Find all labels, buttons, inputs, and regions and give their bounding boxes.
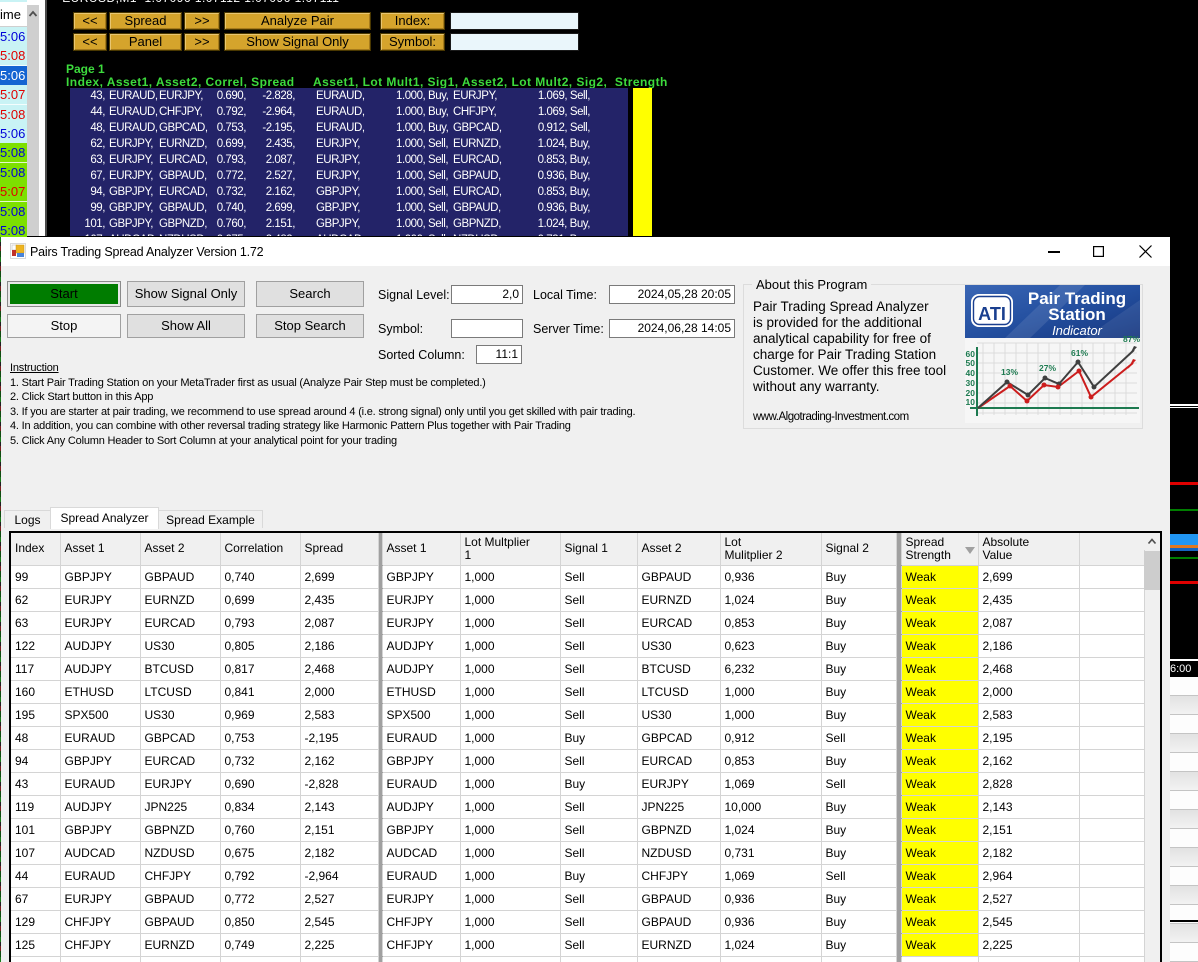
svg-text:ATI: ATI [978,304,1006,324]
svg-text:40: 40 [966,368,976,378]
svg-text:13%: 13% [1001,367,1018,377]
svg-text:30: 30 [966,378,976,388]
svg-text:10: 10 [966,397,976,407]
svg-text:61%: 61% [1071,348,1088,358]
svg-text:Indicator: Indicator [1052,323,1103,338]
svg-text:50: 50 [966,358,976,368]
svg-text:27%: 27% [1039,363,1056,373]
svg-text:87%: 87% [1123,334,1140,344]
svg-text:Station: Station [1048,305,1106,324]
